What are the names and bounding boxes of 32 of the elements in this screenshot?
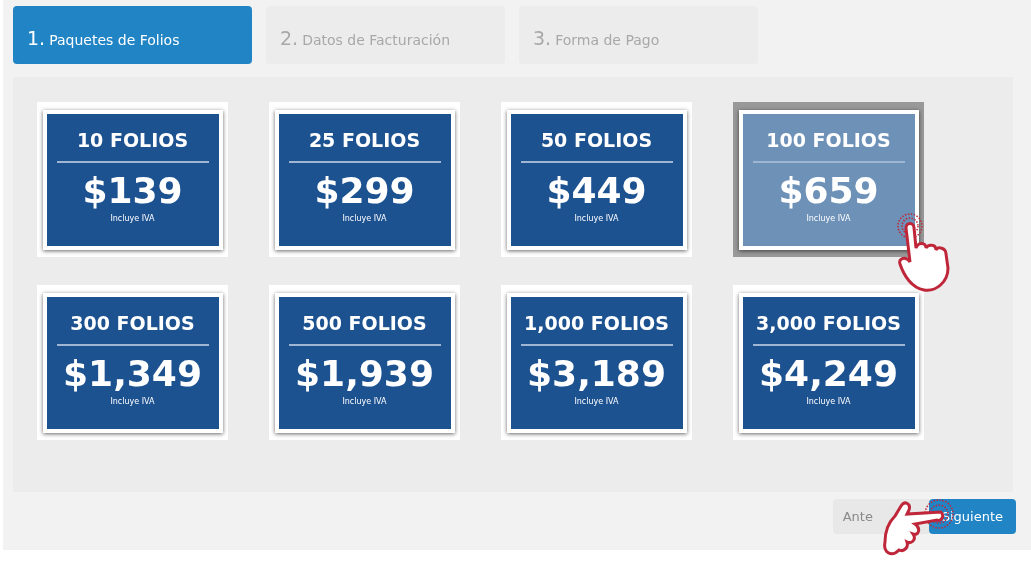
package-price: $139	[82, 168, 183, 213]
package-tile[interactable]: 3,000 FOLIOS $4,249 Incluye IVA	[733, 285, 924, 440]
package-title: 3,000 FOLIOS	[756, 310, 901, 335]
package-title: 1,000 FOLIOS	[524, 310, 669, 335]
package-price: $1,939	[295, 351, 434, 396]
package-tile[interactable]: 25 FOLIOS $299 Incluye IVA	[269, 102, 460, 257]
package-price: $1,349	[63, 351, 202, 396]
package-title: 10 FOLIOS	[76, 127, 189, 152]
package-tile[interactable]: 50 FOLIOS $449 Incluye IVA	[501, 102, 692, 257]
tax-note: Incluye IVA	[342, 396, 387, 407]
package-price: $449	[546, 168, 647, 213]
package-price: $299	[314, 168, 415, 213]
package-title: 100 FOLIOS	[766, 127, 891, 152]
tax-note: Incluye IVA	[574, 396, 619, 407]
tax-note: Incluye IVA	[342, 213, 387, 224]
package-tile[interactable]: 500 FOLIOS $1,939 Incluye IVA	[269, 285, 460, 440]
tax-note: Incluye IVA	[574, 213, 619, 224]
tax-note: Incluye IVA	[110, 396, 155, 407]
package-tile[interactable]: 10 FOLIOS $139 Incluye IVA	[37, 102, 228, 257]
package-tile[interactable]: 300 FOLIOS $1,349 Incluye IVA	[37, 285, 228, 440]
package-price: $659	[778, 168, 879, 213]
package-title: 50 FOLIOS	[540, 127, 653, 152]
package-title: 300 FOLIOS	[70, 310, 195, 335]
package-title: 500 FOLIOS	[302, 310, 427, 335]
package-price: $4,249	[759, 351, 898, 396]
tax-note: Incluye IVA	[806, 213, 851, 224]
tax-note: Incluye IVA	[110, 213, 155, 224]
package-tile[interactable]: 1,000 FOLIOS $3,189 Incluye IVA	[501, 285, 692, 440]
step-tab[interactable]: 1. Paquetes de Folios	[13, 6, 252, 64]
package-title: 25 FOLIOS	[308, 127, 421, 152]
package-price: $3,189	[527, 351, 666, 396]
tax-note: Incluye IVA	[806, 396, 851, 407]
